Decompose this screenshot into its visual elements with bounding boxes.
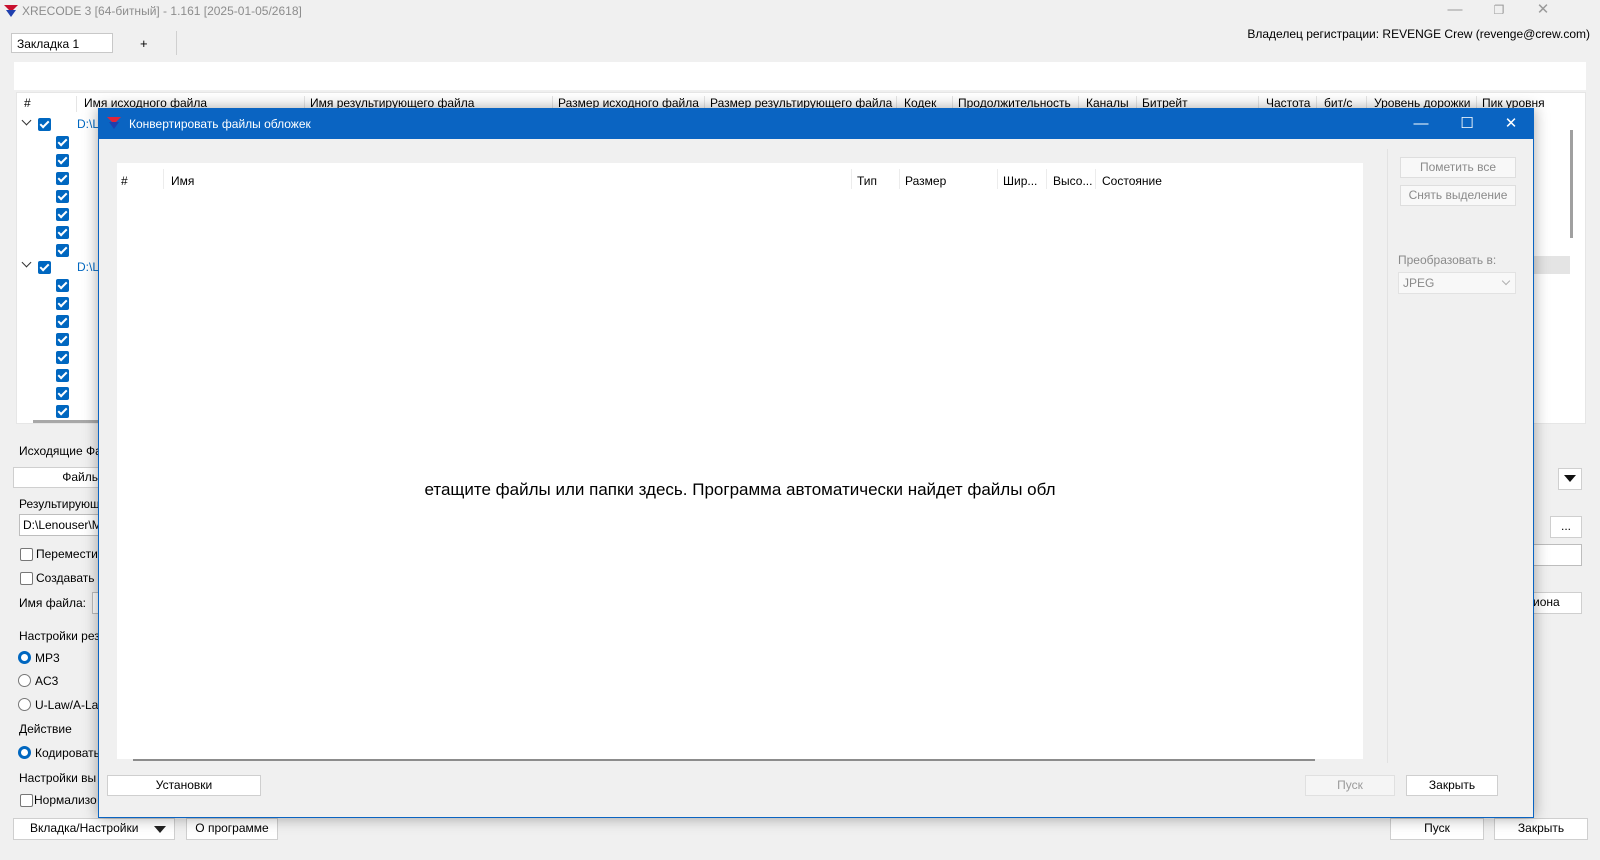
toolbar-strip xyxy=(14,62,1586,90)
about-button[interactable]: О программе xyxy=(186,818,278,840)
close-button[interactable]: Закрыть xyxy=(1494,818,1588,840)
format-mp3-radio[interactable] xyxy=(18,651,31,664)
dialog-title: Конвертировать файлы обложек xyxy=(129,117,311,131)
dropdown-button[interactable] xyxy=(1558,468,1582,490)
file-checkbox[interactable] xyxy=(56,279,69,292)
unselect-button[interactable]: Снять выделение xyxy=(1400,185,1516,206)
title-bar: XRECODE 3 [64-битный] - 1.161 [2025-01-0… xyxy=(0,0,1600,22)
horizontal-scrollbar[interactable] xyxy=(133,759,1315,761)
chevron-down-icon xyxy=(154,826,166,833)
file-checkbox[interactable] xyxy=(56,208,69,221)
create-label: Создавать с xyxy=(36,571,104,585)
create-checkbox[interactable] xyxy=(20,572,33,585)
browse-button[interactable]: ... xyxy=(1550,516,1582,538)
source-files-label: Исходящие Фа xyxy=(19,444,102,458)
files-button[interactable]: Файль xyxy=(13,467,103,488)
col-width[interactable]: Шир... xyxy=(1003,174,1037,188)
file-checkbox[interactable] xyxy=(56,154,69,167)
file-checkbox[interactable] xyxy=(56,297,69,310)
format-ac3-radio[interactable] xyxy=(18,674,31,687)
col-number[interactable]: # xyxy=(24,96,31,110)
output-format-label: Настройки рез xyxy=(19,629,100,643)
result-path-field[interactable]: D:\Lenouser\M xyxy=(19,514,103,536)
col-number[interactable]: # xyxy=(121,174,128,188)
file-checkbox[interactable] xyxy=(56,387,69,400)
mark-all-button[interactable]: Пометить все xyxy=(1400,157,1516,178)
tab-divider xyxy=(176,31,177,55)
minimize-icon[interactable]: — xyxy=(1432,0,1478,22)
file-checkbox[interactable] xyxy=(56,333,69,346)
convert-to-label: Преобразовать в: xyxy=(1398,253,1497,267)
window-title: XRECODE 3 [64-битный] - 1.161 [2025-01-0… xyxy=(22,4,302,18)
file-checkbox[interactable] xyxy=(56,369,69,382)
tab-settings-button[interactable]: Вкладка/Настройки xyxy=(13,818,175,840)
app-logo-icon xyxy=(107,117,121,129)
action-label: Действие xyxy=(19,722,72,736)
format-select-value: JPEG xyxy=(1403,276,1435,290)
dialog-start-button[interactable]: Пуск xyxy=(1305,775,1395,796)
close-icon[interactable]: ✕ xyxy=(1488,109,1534,139)
chevron-down-icon xyxy=(1501,276,1511,286)
file-checkbox[interactable] xyxy=(56,190,69,203)
close-icon[interactable]: ✕ xyxy=(1520,0,1566,22)
format-ulaw-label: U-Law/A-La xyxy=(35,698,99,712)
move-checkbox[interactable] xyxy=(20,548,33,561)
chevron-down-icon xyxy=(1564,475,1576,482)
settings-button[interactable]: Установки xyxy=(107,775,261,796)
file-checkbox[interactable] xyxy=(56,315,69,328)
minimize-icon[interactable]: — xyxy=(1398,109,1444,139)
col-status[interactable]: Состояние xyxy=(1102,174,1162,188)
tab-bookmark-1[interactable]: Закладка 1 xyxy=(11,33,113,53)
file-checkbox[interactable] xyxy=(56,351,69,364)
format-mp3-label: MP3 xyxy=(35,651,60,665)
maximize-icon[interactable]: ☐ xyxy=(1444,109,1490,139)
dialog-title-bar: Конвертировать файлы обложек — ☐ ✕ xyxy=(99,109,1533,139)
file-checkbox[interactable] xyxy=(56,405,69,418)
group-checkbox[interactable] xyxy=(38,118,51,131)
right-field[interactable] xyxy=(1530,544,1582,566)
action-encode-label: Кодировать xyxy=(35,746,100,760)
dialog-side-panel: Пометить все Снять выделение Преобразова… xyxy=(1387,149,1527,763)
format-ac3-label: AC3 xyxy=(35,674,59,688)
template-button[interactable]: иона xyxy=(1530,592,1582,614)
format-select[interactable]: JPEG xyxy=(1398,272,1516,294)
convert-covers-dialog: Конвертировать файлы обложек — ☐ ✕ # Имя… xyxy=(98,108,1534,818)
action-encode-radio[interactable] xyxy=(18,746,31,759)
vertical-scrollbar[interactable] xyxy=(1570,130,1573,238)
folder-path[interactable]: D:\L xyxy=(77,117,99,131)
result-label: Результирующ xyxy=(19,497,100,511)
group-checkbox[interactable] xyxy=(38,261,51,274)
file-checkbox[interactable] xyxy=(56,136,69,149)
col-name[interactable]: Имя xyxy=(171,174,194,188)
cover-files-list[interactable]: # Имя Тип Размер Шир... Высо... Состояни… xyxy=(117,163,1363,759)
normalize-label: Нормализо xyxy=(34,793,97,807)
format-ulaw-radio[interactable] xyxy=(18,698,31,711)
col-height[interactable]: Высо... xyxy=(1053,174,1092,188)
folder-path[interactable]: D:\L xyxy=(77,260,99,274)
filename-label: Имя файла: xyxy=(19,596,86,610)
add-tab-button[interactable]: + xyxy=(140,36,148,51)
move-label: Переместит xyxy=(36,547,104,561)
tab-settings-label: Вкладка/Настройки xyxy=(30,821,139,835)
col-size[interactable]: Размер xyxy=(905,174,946,188)
col-type[interactable]: Тип xyxy=(857,174,877,188)
registration-owner: Владелец регистрации: REVENGE Crew (reve… xyxy=(1247,27,1590,41)
restore-icon[interactable]: ❐ xyxy=(1476,0,1522,22)
start-button[interactable]: Пуск xyxy=(1390,818,1484,840)
app-logo-icon xyxy=(4,5,18,17)
drop-hint-message: етащите файлы или папки здесь. Программа… xyxy=(424,480,1056,499)
dialog-close-button[interactable]: Закрыть xyxy=(1406,775,1498,796)
normalize-checkbox[interactable] xyxy=(20,794,33,807)
file-checkbox[interactable] xyxy=(56,172,69,185)
horizontal-scrollbar[interactable] xyxy=(33,420,101,423)
file-checkbox[interactable] xyxy=(56,244,69,257)
output-settings-label: Настройки вы xyxy=(19,771,97,785)
file-checkbox[interactable] xyxy=(56,226,69,239)
